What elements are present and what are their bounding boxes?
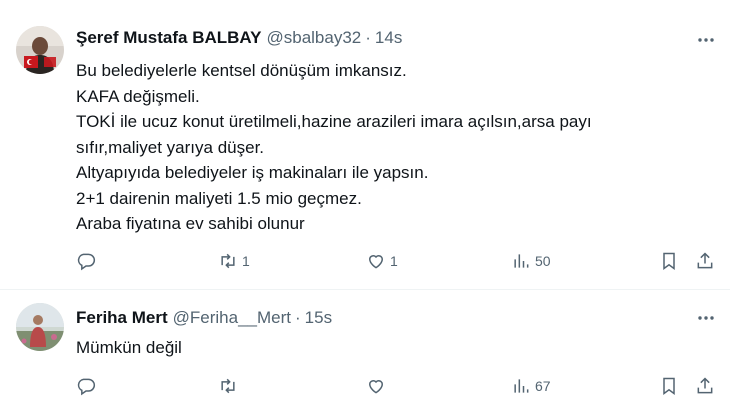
tweet-text-line: Araba fiyatına ev sahibi olunur	[76, 214, 305, 233]
tweet-text-line: Bu belediyelerle kentsel dönüşüm imkansı…	[76, 61, 407, 80]
like-button[interactable]: 1	[366, 249, 398, 273]
views-button[interactable]: 67	[511, 374, 551, 398]
reply-icon	[77, 253, 96, 271]
share-button[interactable]	[695, 249, 715, 273]
view-count: 50	[535, 253, 551, 269]
like-icon	[368, 255, 384, 269]
view-count: 67	[535, 378, 551, 394]
retweet-button[interactable]	[218, 374, 242, 398]
like-icon	[368, 380, 384, 394]
share-icon	[697, 377, 713, 394]
tweet-header: Şeref Mustafa BALBAY @sbalbay32 · 14s	[76, 27, 402, 49]
separator-dot: ·	[295, 308, 301, 327]
action-bar: 1 1 50	[76, 249, 726, 273]
tweet-text-line: Altyapıyıda belediyeler iş makinaları il…	[76, 163, 429, 182]
user-handle[interactable]: @sbalbay32	[266, 28, 361, 48]
views-icon	[514, 254, 529, 268]
avatar[interactable]	[16, 26, 64, 74]
bookmark-icon	[663, 377, 675, 395]
share-icon	[697, 252, 713, 269]
user-handle[interactable]: @Feriha__Mert	[173, 308, 291, 328]
tweet[interactable]: Feriha Mert @Feriha__Mert · 15s Mümkün d…	[0, 291, 730, 420]
bookmark-icon	[663, 252, 675, 270]
reply-button[interactable]	[76, 374, 100, 398]
tweet-text: Bu belediyelerle kentsel dönüşüm imkansı…	[76, 58, 696, 237]
timestamp[interactable]: 15s	[305, 308, 332, 328]
views-icon	[514, 379, 529, 393]
tweet-text: Mümkün değil	[76, 335, 696, 361]
retweet-icon	[221, 378, 235, 394]
reply-button[interactable]	[76, 249, 100, 273]
avatar[interactable]	[16, 303, 64, 351]
tweet-text-line: Mümkün değil	[76, 338, 182, 357]
bookmark-button[interactable]	[659, 374, 679, 398]
tweet[interactable]: Şeref Mustafa BALBAY @sbalbay32 · 14s Bu…	[0, 0, 730, 290]
share-button[interactable]	[695, 374, 715, 398]
more-icon[interactable]	[696, 308, 716, 328]
display-name[interactable]: Feriha Mert	[76, 308, 168, 328]
views-button[interactable]: 50	[511, 249, 551, 273]
bookmark-button[interactable]	[659, 249, 679, 273]
reply-icon	[77, 378, 96, 396]
retweet-button[interactable]: 1	[218, 249, 250, 273]
timestamp[interactable]: 14s	[375, 28, 402, 48]
retweet-count: 1	[242, 253, 250, 269]
action-bar: 67	[76, 374, 726, 398]
tweet-text-line: sıfır,maliyet yarıya düşer.	[76, 137, 265, 157]
display-name[interactable]: Şeref Mustafa BALBAY	[76, 28, 261, 48]
tweet-text-line: KAFA değişmeli.	[76, 86, 200, 106]
separator-dot: ·	[365, 28, 371, 47]
more-icon[interactable]	[696, 30, 716, 50]
tweet-text-line: 2+1 dairenin maliyeti 1.5 mio geçmez.	[76, 188, 362, 208]
like-button[interactable]	[366, 374, 390, 398]
like-count: 1	[390, 253, 398, 269]
tweet-header: Feriha Mert @Feriha__Mert · 15s	[76, 307, 332, 329]
tweet-text-line: TOKİ ile ucuz konut üretilmeli,hazine ar…	[76, 112, 592, 131]
retweet-icon	[221, 253, 235, 269]
